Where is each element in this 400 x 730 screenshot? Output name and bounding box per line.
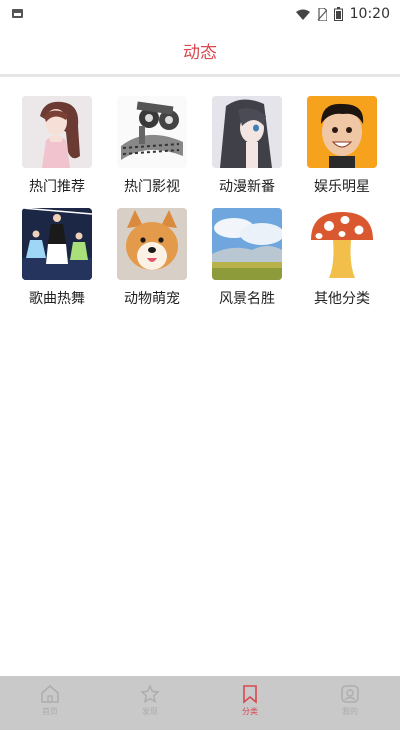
category-pets[interactable]: 动物萌宠: [104, 208, 200, 308]
category-label: 热门推荐: [29, 179, 85, 195]
battery-icon: [333, 7, 343, 21]
tab-label: 我的: [342, 707, 358, 716]
bookmark-icon: [243, 685, 257, 704]
no-sim-icon: [317, 7, 327, 21]
category-others[interactable]: 其他分类: [294, 208, 390, 308]
hot-recommend-thumbnail: [22, 96, 92, 168]
category-label: 动物萌宠: [124, 291, 180, 307]
category-label: 娱乐明星: [314, 179, 370, 195]
tab-discover[interactable]: 发现: [100, 676, 200, 730]
tab-category[interactable]: 分类: [200, 676, 300, 730]
entertainment-stars-thumbnail: [307, 96, 377, 168]
hot-film-tv-thumbnail: [117, 96, 187, 168]
pets-thumbnail: [117, 208, 187, 280]
gallery-notification-icon: [12, 9, 23, 18]
category-label: 歌曲热舞: [29, 291, 85, 307]
wifi-icon: [295, 9, 310, 20]
scenery-thumbnail: [212, 208, 282, 280]
tab-label: 首页: [42, 707, 58, 716]
tab-mine[interactable]: 我的: [300, 676, 400, 730]
tab-label: 分类: [242, 707, 258, 716]
mushroom-icon: [307, 208, 377, 280]
category-hot-recommend[interactable]: 热门推荐: [9, 96, 105, 196]
app-header: 动态: [0, 28, 400, 74]
header-divider: [0, 74, 400, 77]
tab-home[interactable]: 首页: [0, 676, 100, 730]
songs-dance-thumbnail: [22, 208, 92, 280]
status-time: 10:20: [349, 6, 390, 22]
category-label: 风景名胜: [219, 291, 275, 307]
category-label: 动漫新番: [219, 179, 275, 195]
category-anime-new[interactable]: 动漫新番: [199, 96, 295, 196]
status-bar: 10:20: [0, 0, 400, 28]
category-label: 热门影视: [124, 179, 180, 195]
page-title: 动态: [183, 43, 217, 63]
home-icon: [41, 684, 59, 703]
category-scenery[interactable]: 风景名胜: [199, 208, 295, 308]
bottom-tab-bar: 首页 发现 分类 我的: [0, 676, 400, 730]
category-songs-dance[interactable]: 歌曲热舞: [9, 208, 105, 308]
profile-icon: [341, 685, 359, 703]
anime-new-thumbnail: [212, 96, 282, 168]
category-label: 其他分类: [314, 291, 370, 307]
category-hot-film-tv[interactable]: 热门影视: [104, 96, 200, 196]
star-icon: [140, 684, 160, 704]
category-entertainment-stars[interactable]: 娱乐明星: [294, 96, 390, 196]
tab-label: 发现: [142, 707, 158, 716]
